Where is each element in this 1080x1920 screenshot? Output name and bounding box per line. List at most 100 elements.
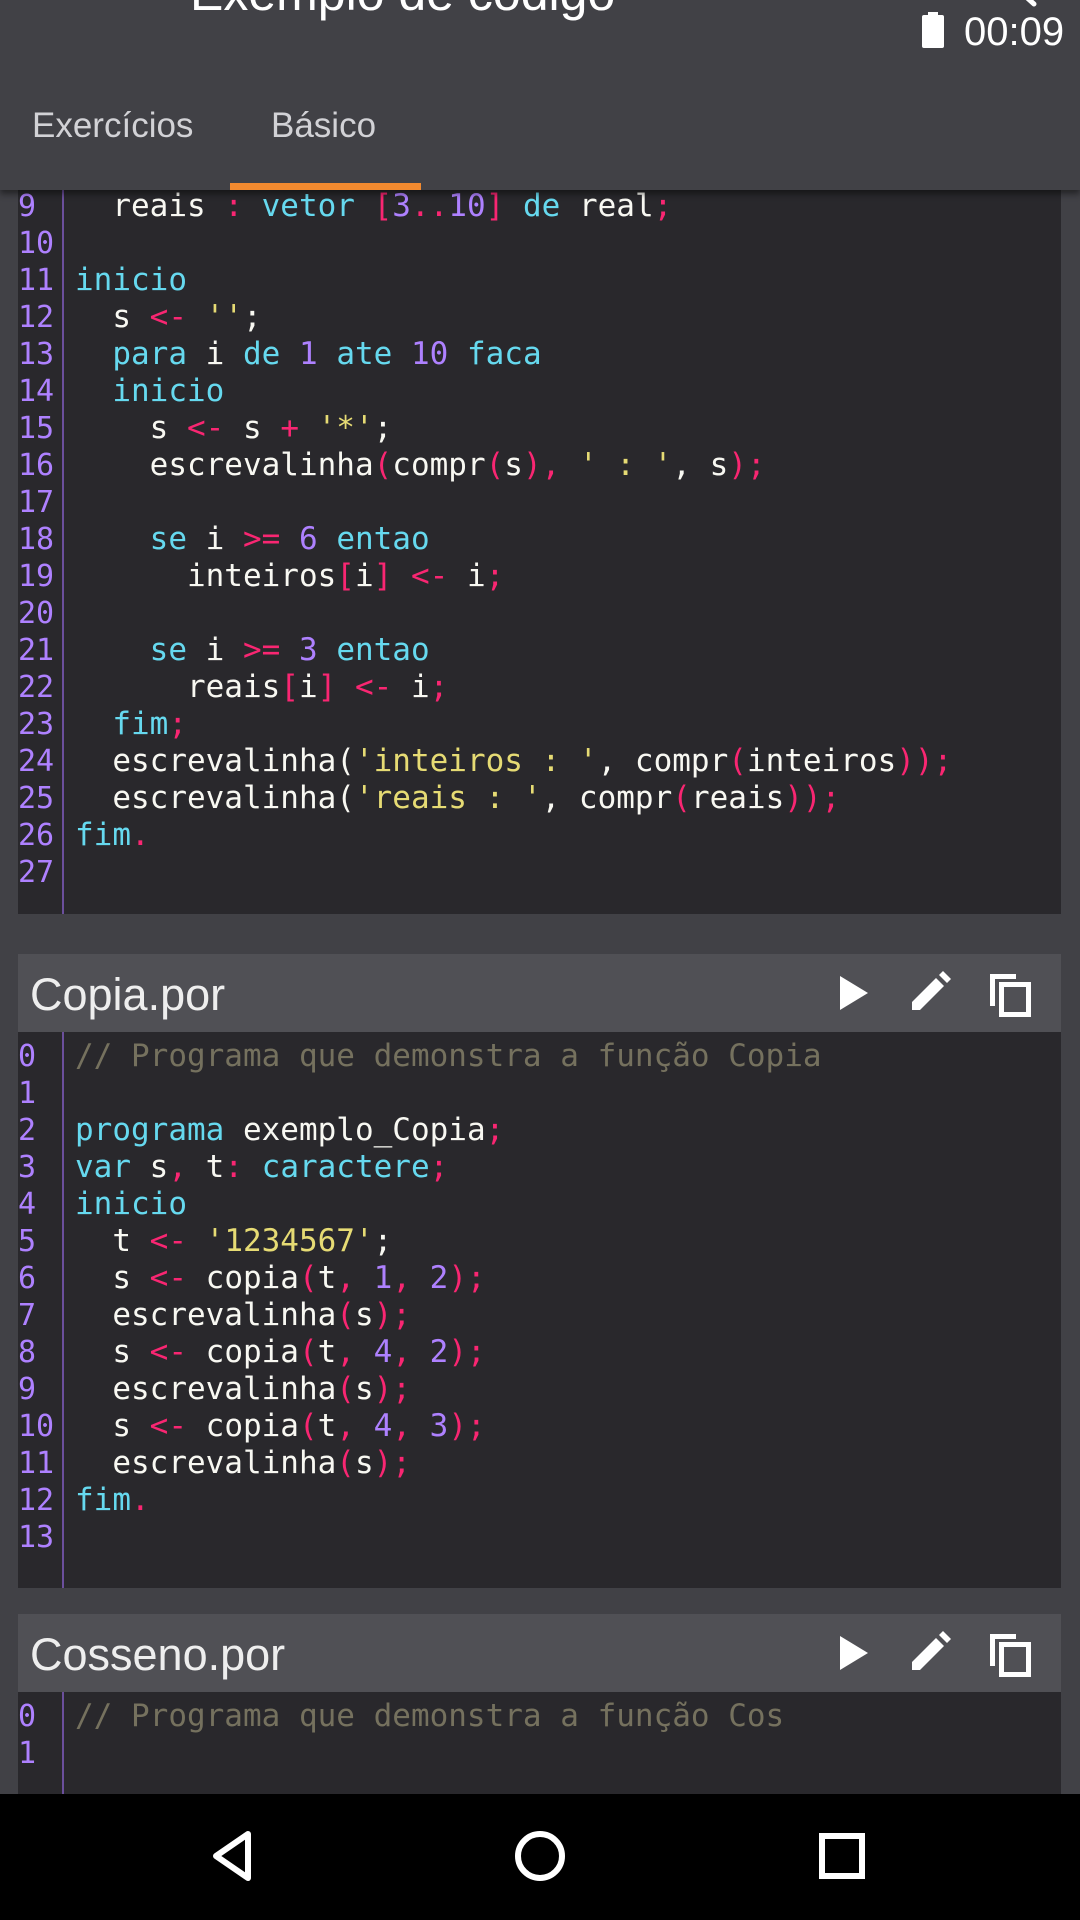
- code-token: );: [448, 1408, 486, 1444]
- line-number: 0: [18, 1039, 37, 1074]
- copy-icon[interactable]: [984, 1628, 1034, 1678]
- code-token: 3: [392, 190, 411, 224]
- code-token: ,: [336, 1260, 374, 1296]
- code-text: s <- copia(t, 1, 2);: [75, 1260, 486, 1297]
- code-token: faca: [466, 336, 542, 372]
- code-token: ;: [485, 558, 505, 594]
- code-line: 22 reais[i] <- i;: [18, 669, 1061, 706]
- code-line: 10 s <- copia(t, 4, 3);: [18, 1408, 1061, 1445]
- line-number: 17: [18, 485, 55, 520]
- code-line: 3 var s, t: caractere;: [18, 1149, 1061, 1186]
- code-line: 12 s <- '';: [18, 299, 1061, 336]
- run-play-icon[interactable]: [828, 1628, 878, 1678]
- code-token: ),: [522, 447, 579, 483]
- code-line: 23 fim;: [18, 706, 1061, 743]
- code-token: , compr: [597, 743, 729, 779]
- code-token: s: [75, 1260, 150, 1296]
- code-token: .: [131, 1482, 150, 1518]
- code-token: [: [280, 669, 299, 705]
- code-token: >=: [242, 632, 299, 668]
- code-token: t: [317, 1260, 337, 1296]
- line-number: 24: [18, 744, 55, 779]
- code-text: // Programa que demonstra a função Cos: [75, 1698, 784, 1735]
- edit-pencil-icon[interactable]: [904, 1628, 954, 1678]
- line-number: 6: [18, 1261, 37, 1296]
- code-token: 'inteiros : ': [354, 743, 598, 779]
- code-token: s: [504, 447, 523, 483]
- line-number: 22: [18, 670, 55, 705]
- code-token: t: [75, 1223, 150, 1259]
- code-block: 0 // Programa que demonstra a função Copi…: [18, 1032, 1061, 1588]
- code-text: inicio: [75, 373, 224, 410]
- code-token: s: [354, 1371, 374, 1407]
- code-token: , compr: [541, 780, 673, 816]
- code-token: inicio: [75, 373, 225, 409]
- code-token: (: [336, 1371, 355, 1407]
- file-name: Copia.por: [30, 969, 226, 1020]
- run-play-icon[interactable]: [828, 968, 878, 1018]
- tab-exercicios[interactable]: Exercícios: [32, 106, 193, 146]
- code-token: );: [448, 1260, 486, 1296]
- code-text: se i >= 6 entao: [75, 521, 430, 558]
- code-token: t: [205, 1149, 225, 1185]
- code-token: ,: [168, 1149, 206, 1185]
- code-line: 12 fim.: [18, 1482, 1061, 1519]
- code-text: escrevalinha(s);: [75, 1297, 411, 1334]
- app-bar: Exemplo de código 00:09 Exercícios Básic…: [0, 0, 1080, 190]
- code-token: s: [354, 1445, 374, 1481]
- back-arrow-icon[interactable]: [48, 0, 88, 14]
- code-examples-list[interactable]: 8 inteiros : vetor [6..10] de inteiro;9 …: [0, 190, 1080, 1794]
- code-token: s: [242, 410, 281, 446]
- code-token: escrevalinha: [75, 1445, 337, 1481]
- code-token: copia: [205, 1408, 299, 1444]
- code-token: fim: [75, 706, 169, 742]
- line-number: 13: [18, 1520, 55, 1555]
- file-name: Cosseno.por: [30, 1629, 286, 1680]
- code-token: se: [75, 632, 206, 668]
- code-line: 1: [18, 1075, 1061, 1112]
- tab-basico[interactable]: Básico: [271, 106, 376, 146]
- code-block: 8 inteiros : vetor [6..10] de inteiro;9 …: [18, 190, 1061, 914]
- code-token: s: [75, 1334, 150, 1370]
- code-token: 3: [429, 1408, 449, 1444]
- nav-home-icon[interactable]: [505, 1822, 575, 1892]
- code-token: );: [373, 1445, 411, 1481]
- code-token: 2: [429, 1260, 449, 1296]
- line-number: 19: [18, 559, 55, 594]
- code-text: reais[i] <- i;: [75, 669, 448, 706]
- code-token: reais: [75, 669, 281, 705]
- code-line: 15 s <- s + '*';: [18, 410, 1061, 447]
- code-token: 1: [298, 336, 337, 372]
- battery-icon: [922, 12, 944, 48]
- code-token: <-: [149, 1408, 206, 1444]
- code-token: ,: [336, 1334, 374, 1370]
- line-number: 18: [18, 522, 55, 557]
- code-token: caractere: [261, 1149, 430, 1185]
- code-token: ));: [896, 743, 953, 779]
- code-line: 16 escrevalinha(compr(s), ' : ', s);: [18, 447, 1061, 484]
- code-line: 20: [18, 595, 1061, 632]
- code-token: t: [317, 1334, 337, 1370]
- nav-recent-apps-icon[interactable]: [808, 1822, 878, 1892]
- code-token: compr: [392, 447, 486, 483]
- edit-pencil-icon[interactable]: [904, 968, 954, 1018]
- line-number: 0: [18, 1699, 37, 1734]
- copy-icon[interactable]: [984, 968, 1034, 1018]
- code-token: ;: [168, 706, 187, 742]
- line-number: 25: [18, 781, 55, 816]
- code-token: :: [224, 190, 262, 224]
- status-clock: 00:09: [964, 10, 1065, 54]
- code-token: ate: [336, 336, 411, 372]
- code-token: inteiros: [746, 743, 897, 779]
- code-text: inicio: [75, 262, 187, 299]
- code-text: escrevalinha(s);: [75, 1371, 411, 1408]
- code-text: programa exemplo_Copia;: [75, 1112, 504, 1149]
- code-token: s: [149, 1149, 169, 1185]
- code-token: :: [224, 1149, 262, 1185]
- nav-back-icon[interactable]: [200, 1822, 270, 1892]
- code-text: escrevalinha('inteiros : ', compr(inteir…: [75, 743, 952, 780]
- code-token: programa: [75, 1112, 243, 1148]
- code-token: (: [298, 1334, 318, 1370]
- code-token: , s: [672, 447, 729, 483]
- code-line: 4 inicio: [18, 1186, 1061, 1223]
